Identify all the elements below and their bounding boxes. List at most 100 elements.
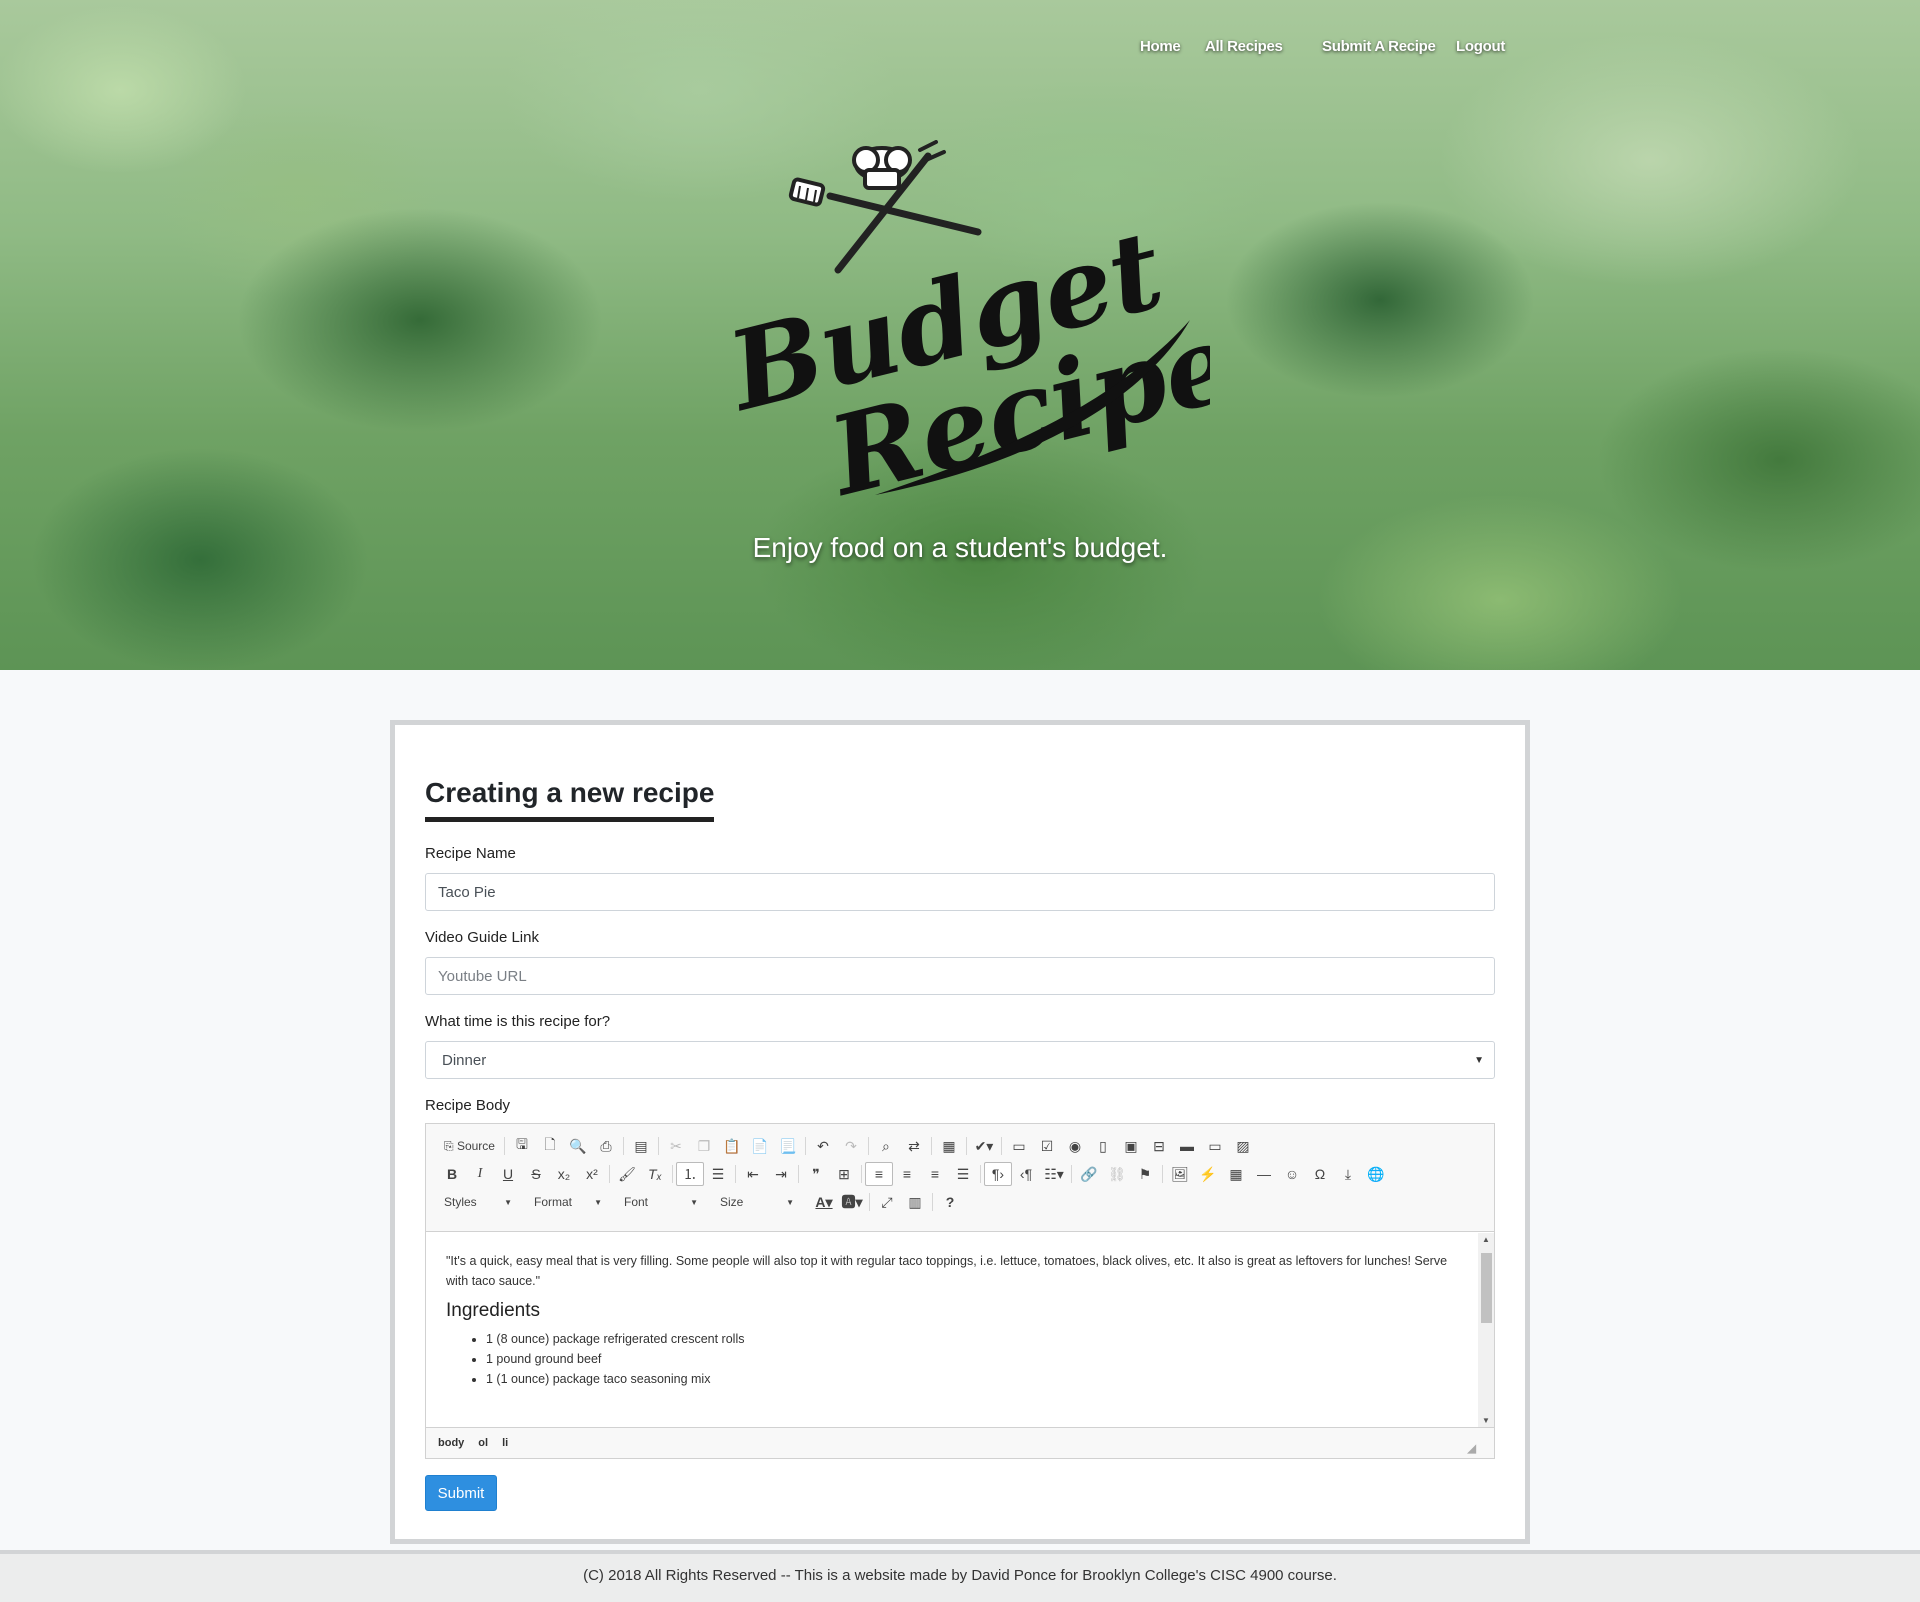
print-icon[interactable]: ⎙ bbox=[592, 1134, 620, 1158]
meal-time-select[interactable]: Dinner ▼ bbox=[425, 1041, 1495, 1079]
list-item: 1 pound ground beef bbox=[486, 1349, 1458, 1369]
chevron-down-icon: ▼ bbox=[690, 1197, 698, 1207]
image-button-icon[interactable]: ▭ bbox=[1201, 1134, 1229, 1158]
help-icon[interactable]: ? bbox=[936, 1190, 964, 1214]
new-page-icon[interactable]: 🗋 bbox=[536, 1134, 564, 1158]
path-ol[interactable]: ol bbox=[478, 1437, 488, 1449]
link-icon[interactable]: 🔗 bbox=[1075, 1162, 1103, 1186]
styles-dropdown[interactable]: Styles ▼ bbox=[438, 1191, 518, 1213]
numbered-list-icon[interactable]: ⒈ bbox=[676, 1162, 704, 1186]
chevron-down-icon: ▼ bbox=[504, 1197, 512, 1207]
scroll-down-icon[interactable]: ▼ bbox=[1482, 1416, 1490, 1425]
hidden-field-icon[interactable]: ▨ bbox=[1229, 1134, 1257, 1158]
paste-icon[interactable]: 📋 bbox=[718, 1134, 746, 1158]
paste-text-icon[interactable]: 📄 bbox=[746, 1134, 774, 1158]
path-li[interactable]: li bbox=[502, 1437, 508, 1449]
checkbox-icon[interactable]: ☑ bbox=[1033, 1134, 1061, 1158]
table-icon[interactable]: ▦ bbox=[1222, 1162, 1250, 1186]
source-button[interactable]: ⎘ Source bbox=[438, 1134, 501, 1158]
video-link-input[interactable] bbox=[425, 957, 1495, 995]
top-nav: Home All Recipes Submit A Recipe Logout bbox=[0, 38, 1920, 62]
language-icon[interactable]: ☷▾ bbox=[1040, 1162, 1068, 1186]
editor-scrollbar[interactable]: ▲ ▼ bbox=[1478, 1233, 1494, 1427]
remove-format-icon[interactable]: Tₓ bbox=[641, 1162, 669, 1186]
nav-home-link[interactable]: Home bbox=[1140, 38, 1181, 55]
bulleted-list-icon[interactable]: ☰ bbox=[704, 1162, 732, 1186]
chef-hat-icon bbox=[852, 146, 912, 190]
list-item: 1 (8 ounce) package refrigerated crescen… bbox=[486, 1329, 1458, 1349]
special-char-icon[interactable]: Ω bbox=[1306, 1162, 1334, 1186]
justify-icon[interactable]: ☰ bbox=[949, 1162, 977, 1186]
button-field-icon[interactable]: ▬ bbox=[1173, 1134, 1201, 1158]
unlink-icon[interactable]: ⛓ bbox=[1103, 1162, 1131, 1186]
align-center-icon[interactable]: ≡ bbox=[893, 1162, 921, 1186]
smiley-icon[interactable]: ☺ bbox=[1278, 1162, 1306, 1186]
form-icon[interactable]: ▭ bbox=[1005, 1134, 1033, 1158]
select-field-icon[interactable]: ⊟ bbox=[1145, 1134, 1173, 1158]
chevron-down-icon: ▼ bbox=[1474, 1054, 1484, 1066]
underline-icon[interactable]: U bbox=[494, 1162, 522, 1186]
ingredients-heading: Ingredients bbox=[446, 1300, 541, 1321]
nav-logout-link[interactable]: Logout bbox=[1456, 38, 1505, 55]
resize-grip-icon[interactable]: ◢ bbox=[1468, 1442, 1476, 1455]
scroll-up-icon[interactable]: ▲ bbox=[1482, 1235, 1490, 1244]
indent-icon[interactable]: ⇥ bbox=[767, 1162, 795, 1186]
copy-format-icon[interactable]: 🖌 bbox=[613, 1162, 641, 1186]
rtl-icon[interactable]: ‹¶ bbox=[1012, 1162, 1040, 1186]
path-body[interactable]: body bbox=[438, 1437, 464, 1449]
image-icon[interactable]: 🖼 bbox=[1166, 1162, 1194, 1186]
background-color-icon[interactable]: 🅰▾ bbox=[838, 1190, 866, 1214]
maximize-icon[interactable]: ⤢ bbox=[873, 1190, 901, 1214]
editor-content-area[interactable]: "It's a quick, easy meal that is very fi… bbox=[426, 1233, 1478, 1427]
submit-button[interactable]: Submit bbox=[425, 1475, 497, 1511]
cut-icon[interactable]: ✂ bbox=[662, 1134, 690, 1158]
select-all-icon[interactable]: ▦ bbox=[935, 1134, 963, 1158]
subscript-icon[interactable]: x₂ bbox=[550, 1162, 578, 1186]
paste-word-icon[interactable]: 📃 bbox=[774, 1134, 802, 1158]
spellcheck-icon[interactable]: ✔▾ bbox=[970, 1134, 998, 1158]
save-icon[interactable]: 🖫 bbox=[508, 1134, 536, 1158]
font-dropdown[interactable]: Font ▼ bbox=[618, 1191, 704, 1213]
recipe-name-input[interactable] bbox=[425, 873, 1495, 911]
nav-submit-recipe-link[interactable]: Submit A Recipe bbox=[1322, 38, 1436, 55]
div-container-icon[interactable]: ⊞ bbox=[830, 1162, 858, 1186]
bold-icon[interactable]: B bbox=[438, 1162, 466, 1186]
chevron-down-icon: ▼ bbox=[786, 1197, 794, 1207]
blockquote-icon[interactable]: ❞ bbox=[802, 1162, 830, 1186]
scrollbar-thumb[interactable] bbox=[1481, 1253, 1492, 1323]
textfield-icon[interactable]: ▯ bbox=[1089, 1134, 1117, 1158]
nav-all-recipes-link[interactable]: All Recipes bbox=[1205, 38, 1283, 55]
recipe-body-label: Recipe Body bbox=[425, 1097, 511, 1114]
preview-icon[interactable]: 🔍 bbox=[564, 1134, 592, 1158]
radio-icon[interactable]: ◉ bbox=[1061, 1134, 1089, 1158]
textarea-icon[interactable]: ▣ bbox=[1117, 1134, 1145, 1158]
page-break-icon[interactable]: ⤓ bbox=[1334, 1162, 1362, 1186]
italic-icon[interactable]: I bbox=[466, 1162, 494, 1186]
footer: (C) 2018 All Rights Reserved -- This is … bbox=[0, 1550, 1920, 1602]
source-icon: ⎘ bbox=[444, 1138, 457, 1153]
horizontal-line-icon[interactable]: ― bbox=[1250, 1162, 1278, 1186]
undo-icon[interactable]: ↶ bbox=[809, 1134, 837, 1158]
list-item: 1 (1 ounce) package taco seasoning mix bbox=[486, 1369, 1458, 1389]
anchor-flag-icon[interactable]: ⚑ bbox=[1131, 1162, 1159, 1186]
size-dropdown[interactable]: Size ▼ bbox=[714, 1191, 800, 1213]
align-right-icon[interactable]: ≡ bbox=[921, 1162, 949, 1186]
footer-text: (C) 2018 All Rights Reserved -- This is … bbox=[583, 1567, 1337, 1584]
iframe-icon[interactable]: 🌐 bbox=[1362, 1162, 1390, 1186]
flash-icon[interactable]: ⚡ bbox=[1194, 1162, 1222, 1186]
strikethrough-icon[interactable]: S bbox=[522, 1162, 550, 1186]
replace-icon[interactable]: ⇄ bbox=[900, 1134, 928, 1158]
format-dropdown[interactable]: Format ▼ bbox=[528, 1191, 608, 1213]
templates-icon[interactable]: ▤ bbox=[627, 1134, 655, 1158]
page-title: Creating a new recipe bbox=[425, 777, 715, 822]
align-left-icon[interactable]: ≡ bbox=[865, 1162, 893, 1186]
show-blocks-icon[interactable]: ▥ bbox=[901, 1190, 929, 1214]
superscript-icon[interactable]: x² bbox=[578, 1162, 606, 1186]
ltr-icon[interactable]: ¶› bbox=[984, 1162, 1012, 1186]
text-color-icon[interactable]: A▾ bbox=[810, 1190, 838, 1214]
copy-icon[interactable]: ❐ bbox=[690, 1134, 718, 1158]
recipe-name-label: Recipe Name bbox=[425, 845, 516, 862]
redo-icon[interactable]: ↷ bbox=[837, 1134, 865, 1158]
find-icon[interactable]: ⌕ bbox=[872, 1134, 900, 1158]
outdent-icon[interactable]: ⇤ bbox=[739, 1162, 767, 1186]
